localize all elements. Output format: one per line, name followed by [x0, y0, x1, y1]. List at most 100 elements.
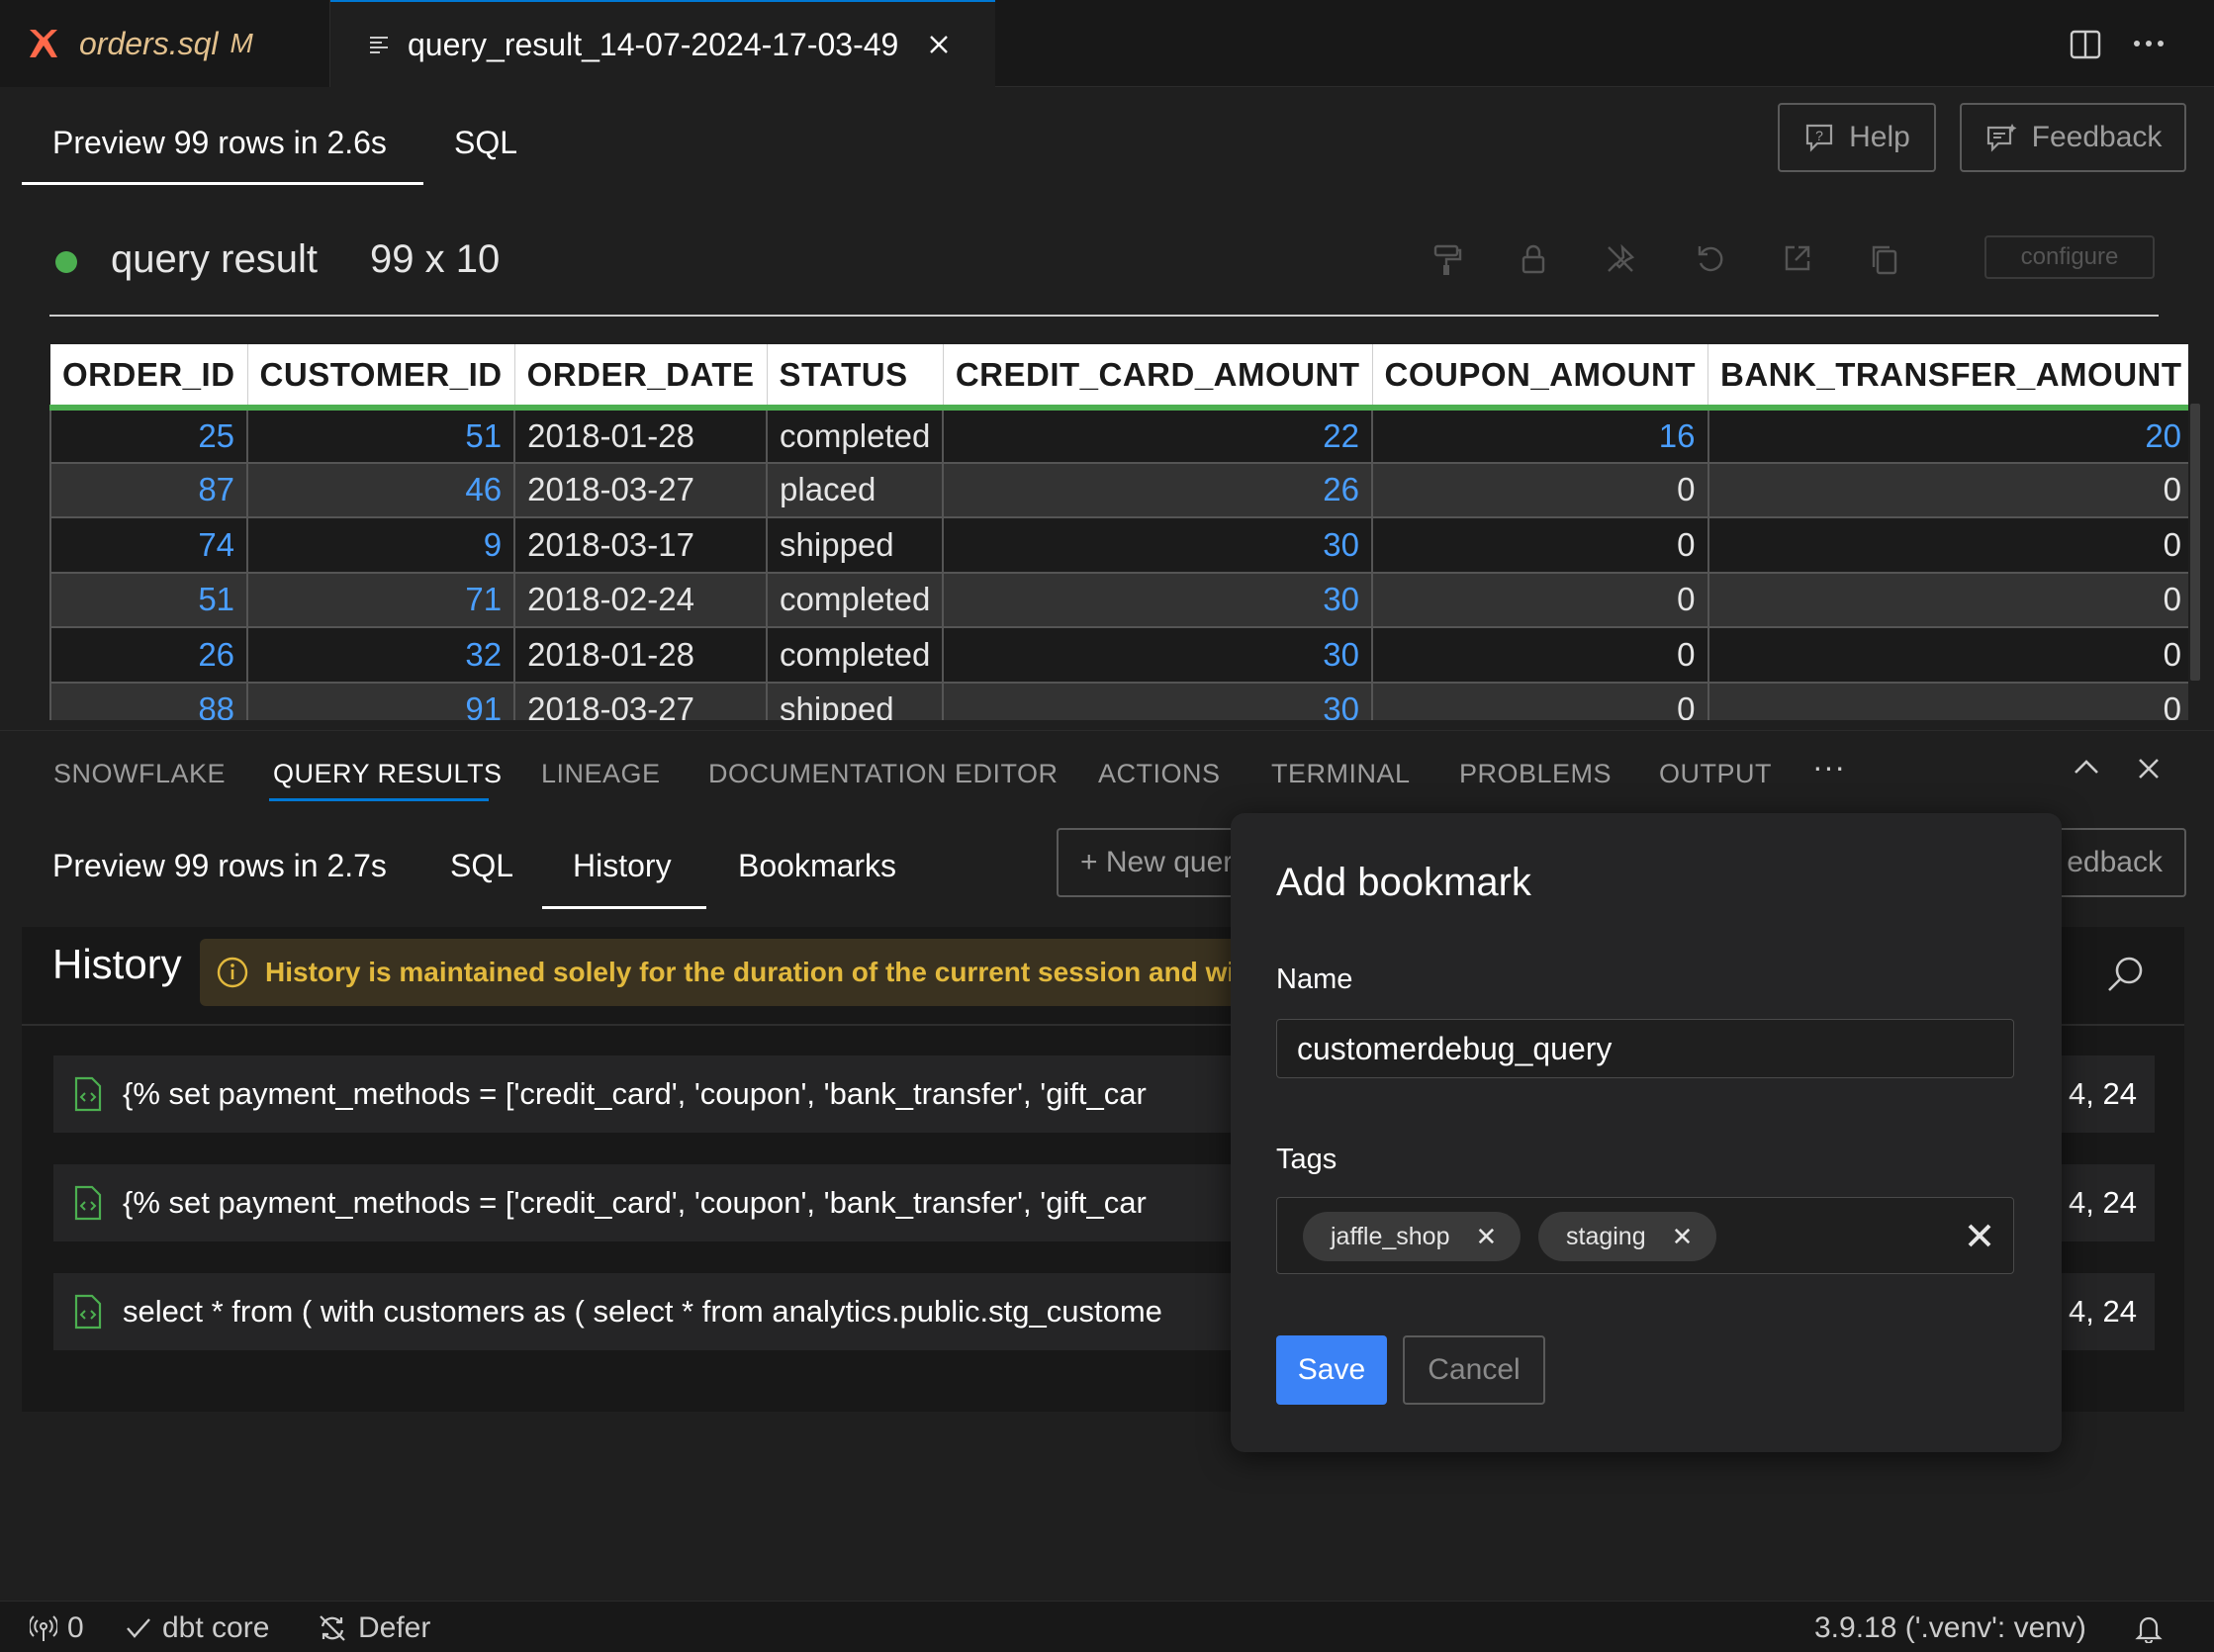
table-cell[interactable]: 0 — [1707, 681, 2188, 720]
table-cell[interactable]: 20 — [1707, 407, 2188, 464]
column-header[interactable]: COUPON_AMOUNT — [1372, 344, 1709, 411]
panel-tab-output[interactable]: OUTPUT — [1659, 759, 1772, 789]
table-cell[interactable]: 30 — [942, 681, 1373, 720]
table-cell[interactable]: 0 — [1371, 571, 1709, 628]
column-header[interactable]: ORDER_DATE — [514, 344, 768, 411]
table-cell[interactable]: 2018-03-17 — [513, 516, 769, 574]
table-cell[interactable]: 9 — [246, 516, 516, 574]
bookmark-name-input[interactable]: customerdebug_query — [1276, 1019, 2014, 1078]
table-cell[interactable]: 0 — [1371, 516, 1709, 574]
table-row[interactable]: 25 51 2018-01-28 completed 22 16 20 — [49, 407, 2188, 464]
panel-tab-documentation-editor[interactable]: DOCUMENTATION EDITOR — [708, 759, 1059, 789]
table-cell[interactable]: shipped — [766, 516, 945, 574]
column-header[interactable]: CUSTOMER_ID — [247, 344, 515, 411]
remove-tag-icon[interactable]: ✕ — [1475, 1222, 1497, 1252]
table-cell[interactable]: 74 — [49, 516, 249, 574]
table-cell[interactable]: 91 — [246, 681, 516, 720]
table-cell[interactable]: 32 — [246, 626, 516, 684]
table-cell[interactable]: 0 — [1707, 461, 2188, 518]
python-interpreter[interactable]: 3.9.18 ('.venv': venv) — [1814, 1611, 2086, 1645]
table-cell[interactable]: 16 — [1371, 407, 1709, 464]
table-cell[interactable]: 71 — [246, 571, 516, 628]
table-cell[interactable]: 26 — [942, 461, 1373, 518]
table-cell[interactable]: 2018-03-27 — [513, 681, 769, 720]
paint-roller-icon[interactable] — [1432, 243, 1462, 277]
bell-icon[interactable] — [2135, 1613, 2163, 1643]
column-header[interactable]: BANK_TRANSFER_AMOUNT — [1707, 344, 2188, 411]
tab-history[interactable]: History — [573, 848, 672, 884]
tab-orders-sql[interactable]: orders.sql M — [0, 0, 330, 87]
pin-off-icon[interactable] — [1605, 243, 1636, 275]
table-cell[interactable]: completed — [766, 571, 945, 628]
table-cell[interactable]: 2018-02-24 — [513, 571, 769, 628]
table-cell[interactable]: 0 — [1707, 626, 2188, 684]
table-cell[interactable]: 26 — [49, 626, 249, 684]
tab-preview[interactable]: Preview 99 rows in 2.6s — [52, 125, 387, 161]
ports-status[interactable]: 0 — [30, 1611, 84, 1645]
table-cell[interactable]: 2018-01-28 — [513, 407, 769, 464]
defer-status[interactable]: Defer — [317, 1611, 430, 1645]
table-cell[interactable]: shipped — [766, 681, 945, 720]
new-query-button[interactable]: + New quer — [1057, 828, 1245, 897]
chevron-up-icon[interactable] — [2072, 757, 2101, 777]
table-cell[interactable]: 30 — [942, 626, 1373, 684]
table-cell[interactable]: 51 — [246, 407, 516, 464]
help-button[interactable]: ? Help — [1778, 103, 1936, 172]
column-header[interactable]: CREDIT_CARD_AMOUNT — [943, 344, 1373, 411]
column-header[interactable]: STATUS — [767, 344, 944, 411]
table-cell[interactable]: 0 — [1707, 516, 2188, 574]
table-cell[interactable]: 22 — [942, 407, 1373, 464]
vertical-scrollbar[interactable] — [2190, 404, 2200, 681]
open-external-icon[interactable] — [1783, 243, 1812, 273]
tab-bookmarks[interactable]: Bookmarks — [738, 848, 896, 884]
panel-tab-terminal[interactable]: TERMINAL — [1271, 759, 1411, 789]
column-header[interactable]: ORDER_ID — [50, 344, 248, 411]
panel-tab-snowflake[interactable]: SNOWFLAKE — [53, 759, 226, 789]
table-row[interactable]: 51 71 2018-02-24 completed 30 0 0 — [49, 571, 2188, 628]
panel-tab-lineage[interactable]: LINEAGE — [541, 759, 661, 789]
feedback-button[interactable]: Feedback — [1960, 103, 2186, 172]
table-cell[interactable]: 0 — [1371, 681, 1709, 720]
table-row[interactable]: 74 9 2018-03-17 shipped 30 0 0 — [49, 516, 2188, 574]
table-row[interactable]: 26 32 2018-01-28 completed 30 0 0 — [49, 626, 2188, 684]
tab-preview[interactable]: Preview 99 rows in 2.7s — [52, 848, 387, 884]
close-icon[interactable] — [928, 34, 950, 55]
panel-tab-query-results[interactable]: QUERY RESULTS — [273, 759, 503, 789]
close-panel-icon[interactable] — [2137, 757, 2161, 780]
table-cell[interactable]: 2018-03-27 — [513, 461, 769, 518]
table-cell[interactable]: 46 — [246, 461, 516, 518]
configure-button[interactable]: configure — [1984, 235, 2155, 279]
save-button[interactable]: Save — [1276, 1335, 1387, 1405]
refresh-icon[interactable] — [1696, 243, 1725, 275]
feedback-button[interactable]: edback — [2048, 828, 2186, 897]
table-cell[interactable]: 87 — [49, 461, 249, 518]
copy-icon[interactable] — [1870, 243, 1899, 275]
table-cell[interactable]: completed — [766, 626, 945, 684]
table-cell[interactable]: 0 — [1707, 571, 2188, 628]
remove-tag-icon[interactable]: ✕ — [1672, 1222, 1694, 1252]
table-cell[interactable]: 25 — [49, 407, 249, 464]
table-row[interactable]: 88 91 2018-03-27 shipped 30 0 0 — [49, 681, 2188, 720]
panel-tab-actions[interactable]: ACTIONS — [1098, 759, 1221, 789]
table-cell[interactable]: 88 — [49, 681, 249, 720]
table-cell[interactable]: completed — [766, 407, 945, 464]
table-cell[interactable]: 30 — [942, 571, 1373, 628]
panel-tab-problems[interactable]: PROBLEMS — [1459, 759, 1612, 789]
split-editor-icon[interactable] — [2070, 30, 2101, 59]
tab-query-result[interactable]: query_result_14-07-2024-17-03-49 — [330, 0, 995, 87]
dbt-status[interactable]: dbt core — [125, 1611, 269, 1645]
tab-sql[interactable]: SQL — [450, 848, 513, 884]
table-cell[interactable]: 51 — [49, 571, 249, 628]
table-cell[interactable]: placed — [766, 461, 945, 518]
clear-tags-icon[interactable] — [1966, 1222, 1993, 1249]
table-cell[interactable]: 0 — [1371, 626, 1709, 684]
table-cell[interactable]: 0 — [1371, 461, 1709, 518]
table-cell[interactable]: 30 — [942, 516, 1373, 574]
panel-more-button[interactable]: ··· — [1812, 749, 1845, 785]
lock-icon[interactable] — [1520, 243, 1547, 275]
cancel-button[interactable]: Cancel — [1403, 1335, 1545, 1405]
tags-input[interactable]: jaffle_shop ✕ staging ✕ — [1276, 1197, 2014, 1274]
table-cell[interactable]: 2018-01-28 — [513, 626, 769, 684]
search-icon[interactable] — [2105, 955, 2145, 994]
tab-sql[interactable]: SQL — [454, 125, 517, 161]
